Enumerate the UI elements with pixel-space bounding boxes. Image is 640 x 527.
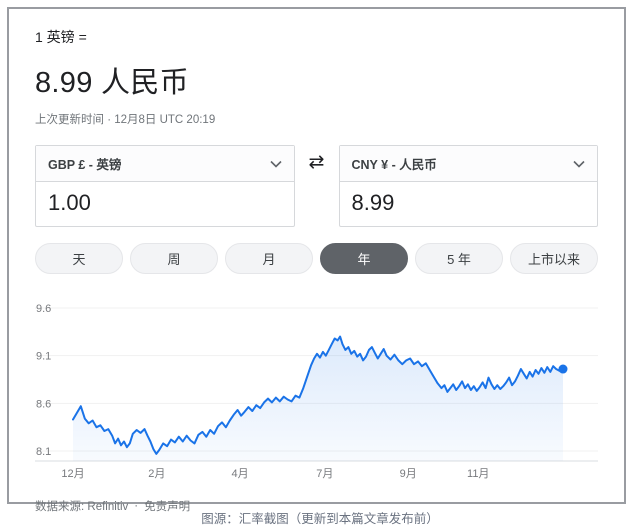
- svg-text:9.6: 9.6: [36, 303, 51, 315]
- range-tab-天[interactable]: 天: [35, 243, 123, 274]
- svg-text:8.6: 8.6: [36, 398, 51, 410]
- to-currency-select[interactable]: CNY ¥ - 人民币: [340, 146, 598, 182]
- to-currency-box: CNY ¥ - 人民币 8.99: [339, 145, 599, 227]
- exchange-rate-value: 8.99 人民币: [35, 59, 598, 101]
- chevron-down-icon: [573, 157, 585, 171]
- converter-row: GBP £ - 英镑 1.00 ⇄ CNY ¥ - 人民币 8.99: [35, 145, 598, 227]
- currency-converter-card: 1 英镑 = 8.99 人民币 上次更新时间 · 12月8日 UTC 20:19…: [7, 7, 626, 504]
- svg-text:9月: 9月: [400, 468, 417, 480]
- latest-point-dot: [559, 365, 568, 374]
- from-currency-select[interactable]: GBP £ - 英镑: [36, 146, 294, 182]
- svg-text:12月: 12月: [61, 468, 84, 480]
- swap-horizontal-icon: ⇄: [309, 153, 325, 172]
- svg-text:11月: 11月: [467, 468, 489, 480]
- from-amount-input[interactable]: 1.00: [36, 182, 294, 226]
- range-tab-上市以来[interactable]: 上市以来: [510, 243, 598, 274]
- range-tabs: 天周月年5 年上市以来: [35, 243, 598, 274]
- to-currency-label: CNY ¥ - 人民币: [352, 154, 437, 173]
- image-caption: 图源：汇率截图（更新到本篇文章发布前）: [0, 508, 640, 527]
- svg-text:7月: 7月: [316, 468, 333, 480]
- svg-text:9.1: 9.1: [36, 351, 51, 363]
- svg-text:8.1: 8.1: [36, 446, 51, 458]
- svg-text:4月: 4月: [232, 468, 249, 480]
- range-tab-年[interactable]: 年: [320, 243, 408, 274]
- from-currency-label: GBP £ - 英镑: [48, 154, 121, 173]
- svg-text:2月: 2月: [148, 468, 165, 480]
- chevron-down-icon: [270, 157, 282, 171]
- unit-line: 1 英镑 =: [35, 27, 598, 47]
- range-tab-月[interactable]: 月: [225, 243, 313, 274]
- to-amount-input[interactable]: 8.99: [340, 182, 598, 226]
- range-tab-5 年[interactable]: 5 年: [415, 243, 503, 274]
- rate-chart-svg: 9.6 9.1 8.6 8.1 12月 2月 4月 7月 9月 11月: [35, 286, 598, 490]
- last-updated-text: 上次更新时间 · 12月8日 UTC 20:19: [35, 111, 598, 127]
- from-currency-box: GBP £ - 英镑 1.00: [35, 145, 295, 227]
- rate-chart[interactable]: 9.6 9.1 8.6 8.1 12月 2月 4月 7月 9月 11月: [35, 286, 598, 490]
- range-tab-周[interactable]: 周: [130, 243, 218, 274]
- swap-currencies-button[interactable]: ⇄: [295, 145, 339, 179]
